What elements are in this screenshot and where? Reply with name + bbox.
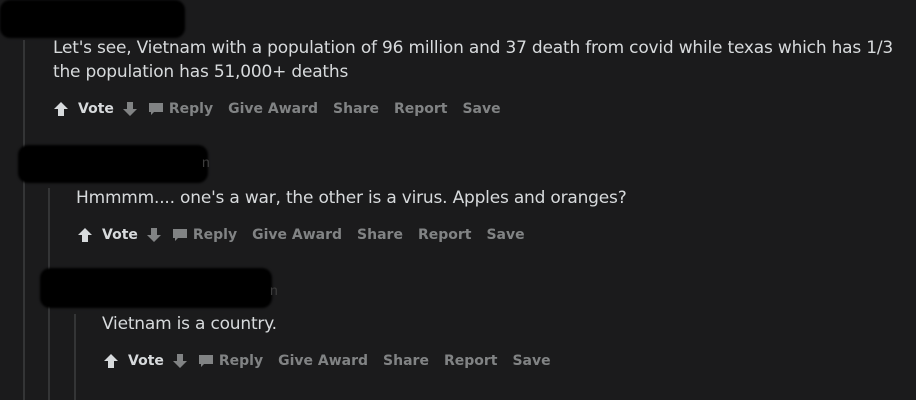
vote-group-2: Vote xyxy=(77,227,162,243)
comment-body-2: Hmmmm.... one's a war, the other is a vi… xyxy=(76,186,896,210)
vote-label: Vote xyxy=(78,101,114,117)
thread-line-level-3[interactable] xyxy=(74,314,76,400)
vote-label: Vote xyxy=(128,353,164,369)
report-button[interactable]: Report xyxy=(394,101,448,117)
speech-bubble-icon xyxy=(148,103,163,115)
reply-button[interactable]: Reply xyxy=(172,227,237,243)
comment-thread: Let's see, Vietnam with a population of … xyxy=(0,0,916,400)
report-button[interactable]: Report xyxy=(444,353,498,369)
vote-label: Vote xyxy=(102,227,138,243)
save-button[interactable]: Save xyxy=(462,101,500,117)
reply-button[interactable]: Reply xyxy=(198,353,263,369)
thread-line-level-1[interactable] xyxy=(23,40,25,400)
redacted-username-1 xyxy=(0,0,185,38)
username-hint-3: n xyxy=(270,282,278,298)
comment-body-1-line-2: the population has 51,000+ deaths xyxy=(53,62,349,82)
redacted-username-2 xyxy=(18,145,208,183)
share-button[interactable]: Share xyxy=(383,353,429,369)
share-button[interactable]: Share xyxy=(333,101,379,117)
username-hint-2: n xyxy=(202,154,210,170)
upvote-arrow-icon[interactable] xyxy=(103,353,119,369)
comment-actions-2: Vote Reply Give Award Share Report Save xyxy=(77,225,540,245)
reply-label: Reply xyxy=(218,353,264,369)
reply-label: Reply xyxy=(192,227,238,243)
downvote-arrow-icon[interactable] xyxy=(122,101,138,117)
give-award-button[interactable]: Give Award xyxy=(252,227,342,243)
reply-button[interactable]: Reply xyxy=(148,101,213,117)
upvote-arrow-icon[interactable] xyxy=(53,101,69,117)
comment-body-3-line-1: Vietnam is a country. xyxy=(102,314,277,334)
comment-body-3: Vietnam is a country. xyxy=(102,312,882,336)
comment-body-2-line-1: Hmmmm.... one's a war, the other is a vi… xyxy=(76,188,627,208)
redacted-username-3 xyxy=(40,268,272,308)
comment-body-1-line-1: Let's see, Vietnam with a population of … xyxy=(53,38,894,58)
report-button[interactable]: Report xyxy=(418,227,472,243)
comment-actions-3: Vote Reply Give Award Share Report Save xyxy=(103,351,566,371)
downvote-arrow-icon[interactable] xyxy=(146,227,162,243)
comment-actions-1: Vote Reply Give Award Share Report Save xyxy=(53,99,516,119)
comment-body-1: Let's see, Vietnam with a population of … xyxy=(53,36,903,84)
vote-group-1: Vote xyxy=(53,101,138,117)
reply-label: Reply xyxy=(168,101,214,117)
downvote-arrow-icon[interactable] xyxy=(172,353,188,369)
give-award-button[interactable]: Give Award xyxy=(278,353,368,369)
share-button[interactable]: Share xyxy=(357,227,403,243)
vote-group-3: Vote xyxy=(103,353,188,369)
speech-bubble-icon xyxy=(198,355,213,367)
give-award-button[interactable]: Give Award xyxy=(228,101,318,117)
save-button[interactable]: Save xyxy=(486,227,524,243)
speech-bubble-icon xyxy=(172,229,187,241)
upvote-arrow-icon[interactable] xyxy=(77,227,93,243)
save-button[interactable]: Save xyxy=(512,353,550,369)
